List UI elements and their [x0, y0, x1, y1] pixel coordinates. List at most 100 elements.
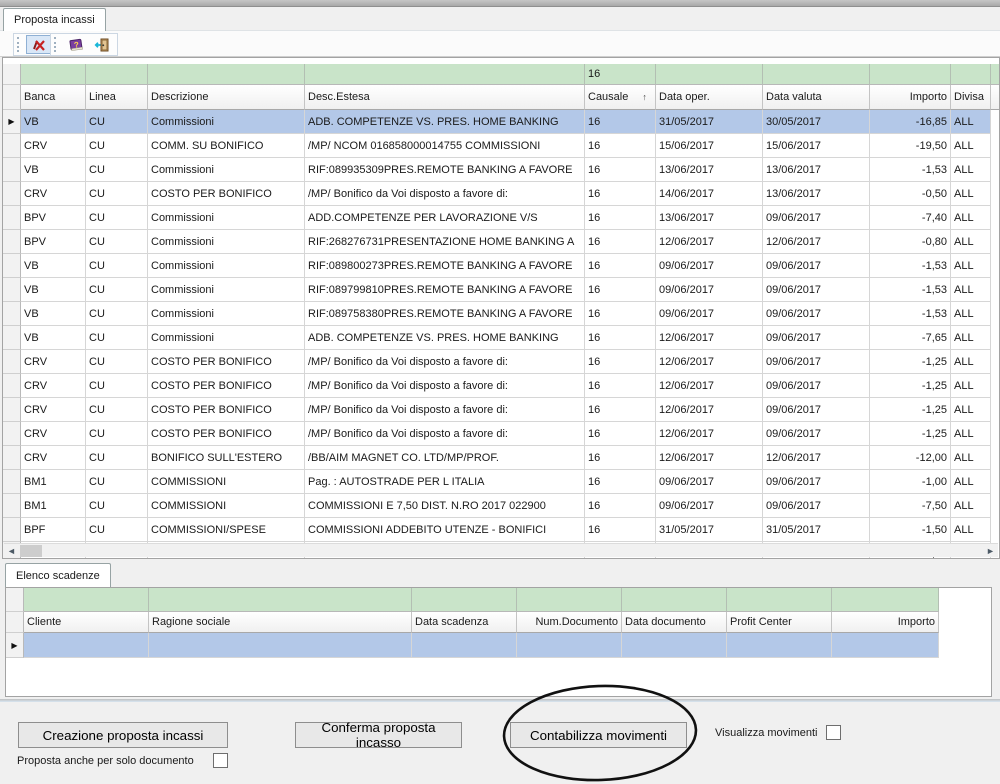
- cell-causale[interactable]: 16: [585, 230, 656, 254]
- cell-banca[interactable]: CRV: [21, 422, 86, 446]
- cell-data-valuta[interactable]: 13/06/2017: [763, 158, 870, 182]
- cell-desc-estesa[interactable]: RIF:089799810PRES.REMOTE BANKING A FAVOR…: [305, 278, 585, 302]
- cell-importo[interactable]: -1,53: [870, 254, 951, 278]
- cell-linea[interactable]: CU: [86, 374, 148, 398]
- table-row[interactable]: VBCUCommissioniRIF:089758380PRES.REMOTE …: [3, 302, 999, 326]
- cell-data-oper[interactable]: 09/06/2017: [656, 254, 763, 278]
- cell-data-oper[interactable]: 09/06/2017: [656, 302, 763, 326]
- filter-cell-data-scadenza[interactable]: [412, 588, 517, 612]
- cell-banca[interactable]: CRV: [21, 374, 86, 398]
- cell-banca[interactable]: CRV: [21, 350, 86, 374]
- cell-data-valuta[interactable]: 12/06/2017: [763, 230, 870, 254]
- cell-banca[interactable]: VB: [21, 278, 86, 302]
- table-row[interactable]: BPVCUCommissioniRIF:268276731PRESENTAZIO…: [3, 230, 999, 254]
- filter-cell-data-oper[interactable]: [656, 64, 763, 85]
- cell-data-oper[interactable]: 09/06/2017: [656, 494, 763, 518]
- cell-desc-estesa[interactable]: ADB. COMPETENZE VS. PRES. HOME BANKING: [305, 326, 585, 350]
- filter-cell-descrizione[interactable]: [148, 64, 305, 85]
- cell-data-valuta[interactable]: 09/06/2017: [763, 326, 870, 350]
- cell-banca[interactable]: CRV: [21, 398, 86, 422]
- cell-data-oper[interactable]: 12/06/2017: [656, 398, 763, 422]
- cell-banca[interactable]: VB: [21, 158, 86, 182]
- cell-desc-estesa[interactable]: COMMISSIONI E 7,50 DIST. N.RO 2017 02290…: [305, 494, 585, 518]
- cell-linea[interactable]: CU: [86, 158, 148, 182]
- row-selector[interactable]: ▶: [6, 633, 24, 658]
- cell-causale[interactable]: 16: [585, 254, 656, 278]
- cell-data-oper[interactable]: 13/06/2017: [656, 206, 763, 230]
- cell-desc-estesa[interactable]: RIF:268276731PRESENTAZIONE HOME BANKING …: [305, 230, 585, 254]
- cell-desc-estesa[interactable]: /MP/ Bonifico da Voi disposto a favore d…: [305, 182, 585, 206]
- cell-importo[interactable]: -7,65: [870, 326, 951, 350]
- table-row[interactable]: CRVCUCOMM. SU BONIFICO/MP/ NCOM 01685800…: [3, 134, 999, 158]
- cell-data-oper[interactable]: 12/06/2017: [656, 326, 763, 350]
- cell-causale[interactable]: 16: [585, 278, 656, 302]
- row-selector[interactable]: [3, 350, 21, 374]
- cell-descrizione[interactable]: Commissioni: [148, 302, 305, 326]
- scrollbar-thumb[interactable]: [20, 545, 42, 557]
- filter-cell-causale[interactable]: 16: [585, 64, 656, 85]
- cell-divisa[interactable]: ALL: [951, 302, 991, 326]
- cell-divisa[interactable]: ALL: [951, 422, 991, 446]
- row-selector[interactable]: [3, 254, 21, 278]
- scroll-left-icon[interactable]: ◄: [4, 544, 19, 557]
- cell-linea[interactable]: CU: [86, 206, 148, 230]
- cell-data-oper[interactable]: 09/06/2017: [656, 470, 763, 494]
- cell-importo[interactable]: [832, 633, 939, 658]
- cancel-button[interactable]: [26, 35, 52, 54]
- cell-data-oper[interactable]: 31/05/2017: [656, 110, 763, 134]
- cell-importo[interactable]: -1,25: [870, 398, 951, 422]
- cell-descrizione[interactable]: COMMISSIONI: [148, 494, 305, 518]
- row-selector[interactable]: [3, 470, 21, 494]
- table-row[interactable]: CRVCUCOSTO PER BONIFICO/MP/ Bonifico da …: [3, 422, 999, 446]
- cell-divisa[interactable]: ALL: [951, 494, 991, 518]
- cell-desc-estesa[interactable]: ADB. COMPETENZE VS. PRES. HOME BANKING: [305, 110, 585, 134]
- cell-importo[interactable]: -1,53: [870, 278, 951, 302]
- filter-cell-divisa[interactable]: [951, 64, 991, 85]
- cell-data-valuta[interactable]: 09/06/2017: [763, 206, 870, 230]
- contabilizza-movimenti-button[interactable]: Contabilizza movimenti: [510, 722, 687, 748]
- table-row[interactable]: CRVCUCOSTO PER BONIFICO/MP/ Bonifico da …: [3, 350, 999, 374]
- row-selector[interactable]: [3, 158, 21, 182]
- cell-data-valuta[interactable]: 09/06/2017: [763, 374, 870, 398]
- cell-causale[interactable]: 16: [585, 446, 656, 470]
- tab-elenco-scadenze[interactable]: Elenco scadenze: [5, 563, 111, 587]
- cell-importo[interactable]: -1,00: [870, 470, 951, 494]
- exit-button[interactable]: [89, 35, 115, 54]
- cell-descrizione[interactable]: COSTO PER BONIFICO: [148, 422, 305, 446]
- cell-importo[interactable]: -1,53: [870, 302, 951, 326]
- cell-divisa[interactable]: ALL: [951, 134, 991, 158]
- filter-cell-banca[interactable]: [21, 64, 86, 85]
- toolbar-grip-icon[interactable]: [17, 37, 22, 52]
- cell-desc-estesa[interactable]: RIF:089800273PRES.REMOTE BANKING A FAVOR…: [305, 254, 585, 278]
- cell-data-oper[interactable]: 12/06/2017: [656, 374, 763, 398]
- horizontal-scrollbar[interactable]: ◄ ►: [4, 543, 998, 557]
- cell-desc-estesa[interactable]: /MP/ Bonifico da Voi disposto a favore d…: [305, 398, 585, 422]
- cell-descrizione[interactable]: COMMISSIONI/SPESE: [148, 518, 305, 542]
- cell-data-oper[interactable]: 12/06/2017: [656, 230, 763, 254]
- cell-banca[interactable]: BPF: [21, 518, 86, 542]
- row-selector[interactable]: [3, 398, 21, 422]
- help-button[interactable]: ?: [63, 35, 89, 54]
- cell-banca[interactable]: CRV: [21, 182, 86, 206]
- cell-linea[interactable]: CU: [86, 398, 148, 422]
- cell-divisa[interactable]: ALL: [951, 518, 991, 542]
- cell-desc-estesa[interactable]: RIF:089935309PRES.REMOTE BANKING A FAVOR…: [305, 158, 585, 182]
- filter-cell-desc-estesa[interactable]: [305, 64, 585, 85]
- row-selector[interactable]: [3, 134, 21, 158]
- cell-causale[interactable]: 16: [585, 302, 656, 326]
- cell-divisa[interactable]: ALL: [951, 374, 991, 398]
- cell-desc-estesa[interactable]: RIF:089758380PRES.REMOTE BANKING A FAVOR…: [305, 302, 585, 326]
- cell-data-valuta[interactable]: 15/06/2017: [763, 134, 870, 158]
- cell-data-valuta[interactable]: 09/06/2017: [763, 422, 870, 446]
- cell-divisa[interactable]: ALL: [951, 182, 991, 206]
- cell-linea[interactable]: CU: [86, 254, 148, 278]
- cell-importo[interactable]: -1,25: [870, 374, 951, 398]
- filter-cell-linea[interactable]: [86, 64, 148, 85]
- creazione-proposta-button[interactable]: Creazione proposta incassi: [18, 722, 228, 748]
- cell-desc-estesa[interactable]: COMMISSIONI ADDEBITO UTENZE - BONIFICI: [305, 518, 585, 542]
- cell-data-documento[interactable]: [622, 633, 727, 658]
- cell-descrizione[interactable]: Commissioni: [148, 230, 305, 254]
- cell-desc-estesa[interactable]: /BB/AIM MAGNET CO. LTD/MP/PROF.: [305, 446, 585, 470]
- column-header-linea[interactable]: Linea: [86, 85, 148, 110]
- column-header-desc-estesa[interactable]: Desc.Estesa: [305, 85, 585, 110]
